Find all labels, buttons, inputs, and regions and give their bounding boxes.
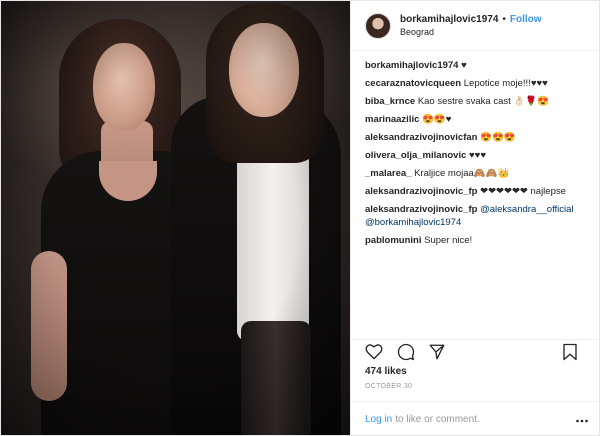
follow-button[interactable]: Follow	[510, 13, 542, 26]
comment-text: Kraljice mojaa🙈🙈👑	[414, 168, 510, 179]
header-text: borkamihajlovic1974 • Follow Beograd	[400, 13, 542, 39]
comment-username-link[interactable]: cecaraznatovicqueen	[365, 78, 461, 89]
comment-item: biba_krnce Kao sestre svaka cast 👌🏻🌹😍	[365, 95, 588, 108]
comment-item: pablomunini Super nice!	[365, 234, 588, 247]
heart-outline-icon[interactable]	[365, 343, 383, 363]
action-bar	[351, 339, 599, 364]
comment-text: Super nice!	[424, 235, 473, 246]
header-separator: •	[502, 13, 506, 25]
comment-username-link[interactable]: biba_krnce	[365, 96, 415, 107]
comment-username-link[interactable]: aleksandrazivojinovic_fp	[365, 186, 477, 197]
comment-username-link[interactable]: marinaazilic	[365, 114, 419, 125]
comment-item: borkamihajlovic1974 ♥	[365, 59, 588, 72]
comment-item: olivera_olja_milanovic ♥♥♥	[365, 149, 588, 162]
comment-text: ♥	[461, 60, 467, 71]
login-prompt-text: to like or comment.	[395, 414, 480, 425]
avatar[interactable]	[365, 12, 391, 39]
comment-username-link[interactable]: aleksandrazivojinovicfan	[365, 132, 477, 143]
speech-bubble-icon[interactable]	[397, 343, 415, 364]
comment-item: cecaraznatovicqueen Lepotice moje!!!♥♥♥	[365, 77, 588, 90]
comment-item: aleksandrazivojinovic_fp ❤❤❤❤❤❤ najlepse	[365, 185, 588, 198]
comment-mention-link[interactable]: @borkamihajlovic1974	[365, 217, 461, 228]
comment-text: Kao sestre svaka cast 👌🏻🌹😍	[417, 96, 549, 107]
comment-item: _malarea_ Kraljice mojaa🙈🙈👑	[365, 167, 588, 180]
post-sidebar: borkamihajlovic1974 • Follow Beograd bor…	[350, 1, 599, 435]
comments-list[interactable]: borkamihajlovic1974 ♥ cecaraznatovicquee…	[351, 59, 599, 334]
post-header: borkamihajlovic1974 • Follow Beograd	[351, 1, 599, 51]
post-photo[interactable]	[1, 1, 350, 435]
comment-text: 😍😍😍	[480, 132, 516, 143]
comment-mention-link[interactable]: @aleksandra__official	[480, 204, 573, 215]
header-row: borkamihajlovic1974 • Follow	[400, 13, 542, 26]
author-username-link[interactable]: borkamihajlovic1974	[400, 13, 498, 26]
comment-text: ❤❤❤❤❤❤ najlepse	[480, 186, 566, 197]
like-count[interactable]: 474 likes	[365, 366, 407, 377]
bookmark-icon[interactable]	[562, 343, 578, 364]
comment-text: Lepotice moje!!!♥♥♥	[463, 78, 548, 89]
photo-vignette	[1, 1, 350, 435]
paper-plane-icon[interactable]	[428, 343, 446, 364]
comment-username-link[interactable]: olivera_olja_milanovic	[365, 150, 466, 161]
comment-text: 😍😍♥	[422, 114, 452, 125]
comment-username-link[interactable]: aleksandrazivojinovic_fp	[365, 204, 477, 215]
comment-item: marinaazilic 😍😍♥	[365, 113, 588, 126]
comment-item: aleksandrazivojinovicfan 😍😍😍	[365, 131, 588, 144]
location-link[interactable]: Beograd	[400, 26, 542, 39]
login-prompt: Log in to like or comment.	[351, 401, 599, 435]
comment-item: aleksandrazivojinovic_fp @aleksandra__of…	[365, 203, 588, 229]
comment-username-link[interactable]: _malarea_	[365, 168, 411, 179]
instagram-post: borkamihajlovic1974 • Follow Beograd bor…	[0, 0, 600, 436]
post-date[interactable]: OCTOBER 30	[365, 383, 412, 390]
login-link[interactable]: Log in	[365, 414, 392, 425]
more-dots-icon[interactable]	[576, 415, 588, 426]
comment-text: ♥♥♥	[469, 150, 486, 161]
comment-username-link[interactable]: pablomunini	[365, 235, 421, 246]
comment-username-link[interactable]: borkamihajlovic1974	[365, 60, 458, 71]
